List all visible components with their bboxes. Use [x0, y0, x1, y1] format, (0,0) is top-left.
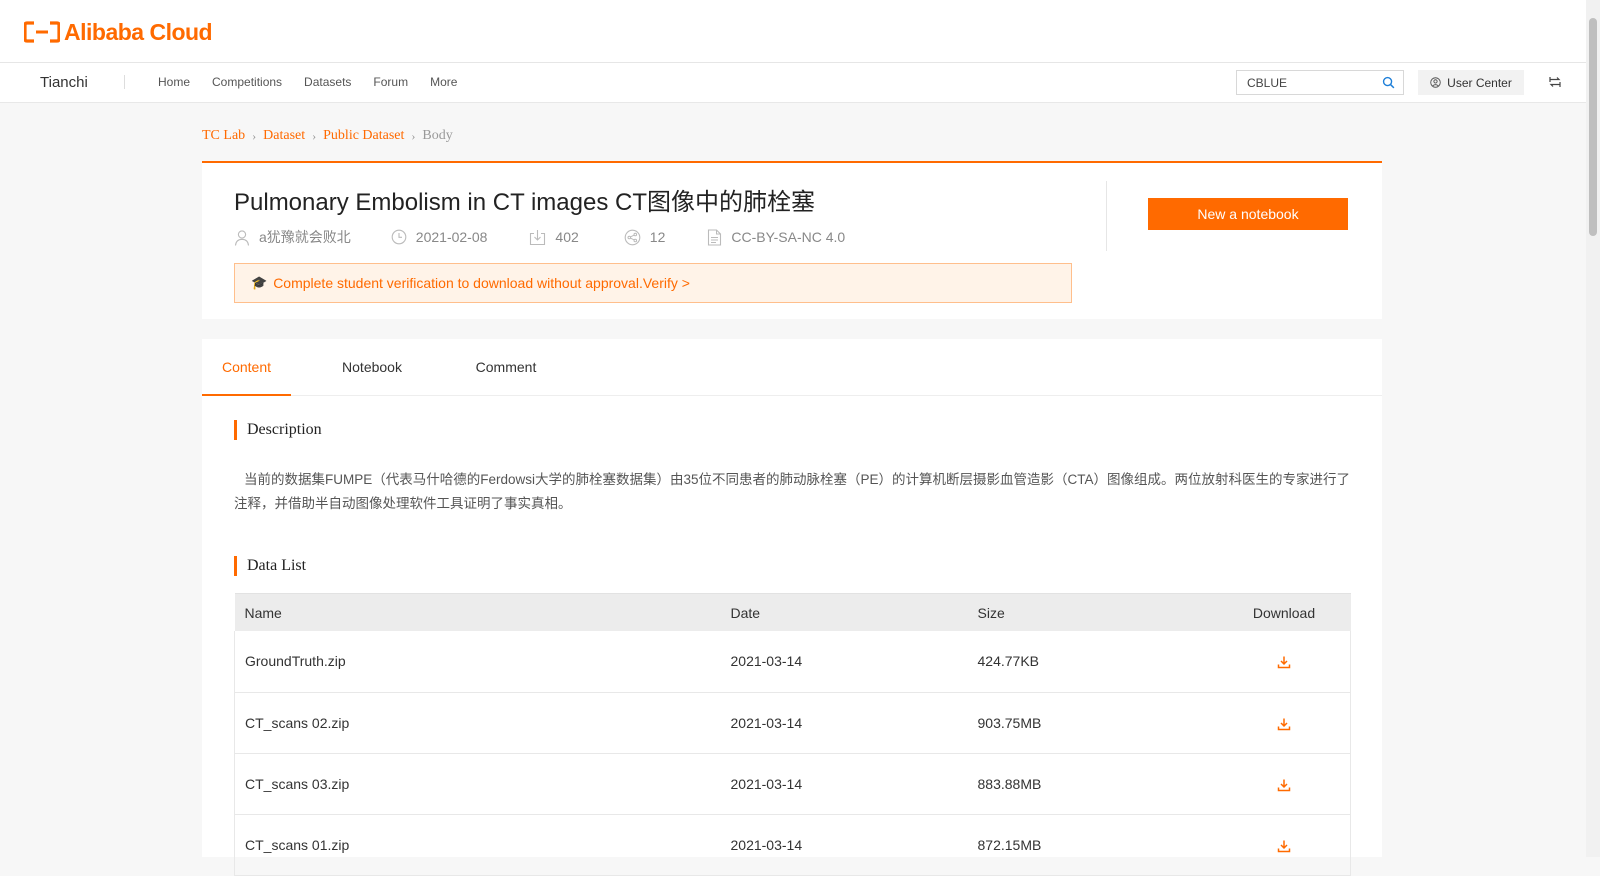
share-count: 12	[649, 229, 666, 245]
search-box	[1236, 70, 1404, 95]
share-icon	[624, 229, 641, 245]
meta-author: a犹豫就会败北	[234, 227, 351, 247]
table-row: CT_scans 02.zip 2021-03-14 903.75MB	[234, 692, 1351, 754]
meta-license: CC-BY-SA-NC 4.0	[707, 228, 846, 246]
file-date: 2021-03-14	[720, 814, 968, 876]
meta-shares: 12	[624, 229, 666, 246]
header-divider	[1106, 181, 1107, 251]
logo-text: Alibaba Cloud	[64, 18, 213, 45]
breadcrumb-dataset[interactable]: Dataset	[263, 128, 305, 144]
search-input[interactable]	[1237, 71, 1387, 94]
table-row: CT_scans 03.zip 2021-03-14 883.88MB	[234, 753, 1351, 815]
description-text: 当前的数据集FUMPE（代表马什哈德的Ferdowsi大学的肺栓塞数据集）由35…	[234, 472, 1351, 511]
file-date: 2021-03-14	[720, 753, 968, 815]
download-cell	[1207, 753, 1351, 815]
column-header-download: Download	[1207, 593, 1351, 631]
column-header-date: Date	[720, 593, 968, 631]
top-logo-bar: Alibaba Cloud	[0, 0, 1586, 63]
column-header-name: Name	[234, 593, 721, 631]
file-name: CT_scans 01.zip	[234, 814, 721, 876]
switch-icon[interactable]	[1549, 76, 1561, 88]
alibaba-logo-icon	[24, 21, 60, 43]
file-size: 872.15MB	[967, 814, 1208, 876]
publish-date: 2021-02-08	[415, 229, 488, 245]
file-name: CT_scans 03.zip	[234, 753, 721, 815]
user-center-button[interactable]: User Center	[1418, 70, 1524, 95]
file-name: CT_scans 02.zip	[234, 692, 721, 754]
download-cell	[1207, 814, 1351, 876]
download-cell	[1207, 631, 1351, 693]
download-icon[interactable]	[1277, 839, 1291, 853]
meta-downloads: 402	[529, 229, 579, 246]
breadcrumb-public-dataset[interactable]: Public Dataset	[323, 128, 404, 144]
file-date: 2021-03-14	[720, 631, 968, 693]
document-icon	[708, 228, 722, 246]
download-icon	[530, 229, 546, 245]
search-icon[interactable]	[1382, 76, 1395, 89]
page-scrollbar[interactable]	[1586, 0, 1600, 857]
nav-datasets[interactable]: Datasets	[296, 63, 359, 102]
table-header-row: Name Date Size Download	[234, 593, 1351, 631]
user-center-label: User Center	[1447, 75, 1512, 90]
download-icon[interactable]	[1277, 655, 1291, 669]
download-cell	[1207, 692, 1351, 754]
data-list-title: Data List	[234, 556, 306, 576]
page-title: Pulmonary Embolism in CT images CT图像中的肺栓…	[234, 189, 816, 216]
nav-competitions[interactable]: Competitions	[204, 63, 290, 102]
breadcrumb: TC Lab › Dataset › Public Dataset › Body	[202, 128, 453, 144]
new-notebook-button[interactable]: New a notebook	[1148, 198, 1348, 230]
data-list-table: Name Date Size Download GroundTruth.zip …	[234, 593, 1351, 876]
file-size: 903.75MB	[967, 692, 1208, 754]
dataset-header-card: Pulmonary Embolism in CT images CT图像中的肺栓…	[202, 161, 1382, 319]
scrollbar-thumb[interactable]	[1589, 18, 1597, 236]
chevron-right-icon: ›	[411, 128, 416, 143]
description-title: Description	[234, 420, 322, 440]
clock-icon	[391, 229, 407, 245]
nav-more[interactable]: More	[422, 63, 465, 102]
tab-comment[interactable]: Comment	[474, 339, 538, 395]
table-row: GroundTruth.zip 2021-03-14 424.77KB	[234, 631, 1351, 693]
tab-notebook[interactable]: Notebook	[340, 339, 404, 395]
nav-forum[interactable]: Forum	[365, 63, 416, 102]
download-icon[interactable]	[1277, 717, 1291, 731]
content-card: Content Notebook Comment Description 当前的…	[202, 339, 1382, 876]
breadcrumb-tc-lab[interactable]: TC Lab	[202, 128, 245, 144]
dataset-meta: a犹豫就会败北 2021-02-08 402 12 CC-BY-SA-NC 4.…	[234, 227, 845, 247]
license-text: CC-BY-SA-NC 4.0	[731, 229, 846, 245]
file-date: 2021-03-14	[720, 692, 968, 754]
meta-date: 2021-02-08	[391, 229, 488, 245]
chevron-right-icon: ›	[312, 128, 317, 143]
verify-link[interactable]: Complete student verification to downloa…	[273, 275, 690, 291]
chevron-right-icon: ›	[252, 128, 257, 143]
nav-divider	[124, 75, 125, 89]
table-row: CT_scans 01.zip 2021-03-14 872.15MB	[234, 814, 1351, 876]
brand-tianchi[interactable]: Tianchi	[40, 63, 88, 102]
tab-content[interactable]: Content	[202, 339, 291, 396]
student-verification-alert: 🎓 Complete student verification to downl…	[234, 263, 1072, 303]
nav-home[interactable]: Home	[150, 63, 198, 102]
alibaba-cloud-logo[interactable]: Alibaba Cloud	[24, 18, 213, 46]
user-circle-icon	[1430, 77, 1441, 88]
column-header-size: Size	[967, 593, 1208, 631]
file-name: GroundTruth.zip	[234, 631, 721, 693]
download-icon[interactable]	[1277, 778, 1291, 792]
file-size: 883.88MB	[967, 753, 1208, 815]
nav-bar: Tianchi Home Competitions Datasets Forum…	[0, 63, 1586, 103]
download-count: 402	[555, 229, 579, 245]
user-icon	[234, 229, 250, 246]
file-size: 424.77KB	[967, 631, 1208, 693]
graduation-cap-icon: 🎓	[251, 275, 268, 290]
breadcrumb-body: Body	[422, 128, 453, 143]
author-name[interactable]: a犹豫就会败北	[259, 227, 351, 247]
tabs: Content Notebook Comment	[202, 339, 1382, 396]
nav-links: Home Competitions Datasets Forum More	[150, 63, 471, 102]
